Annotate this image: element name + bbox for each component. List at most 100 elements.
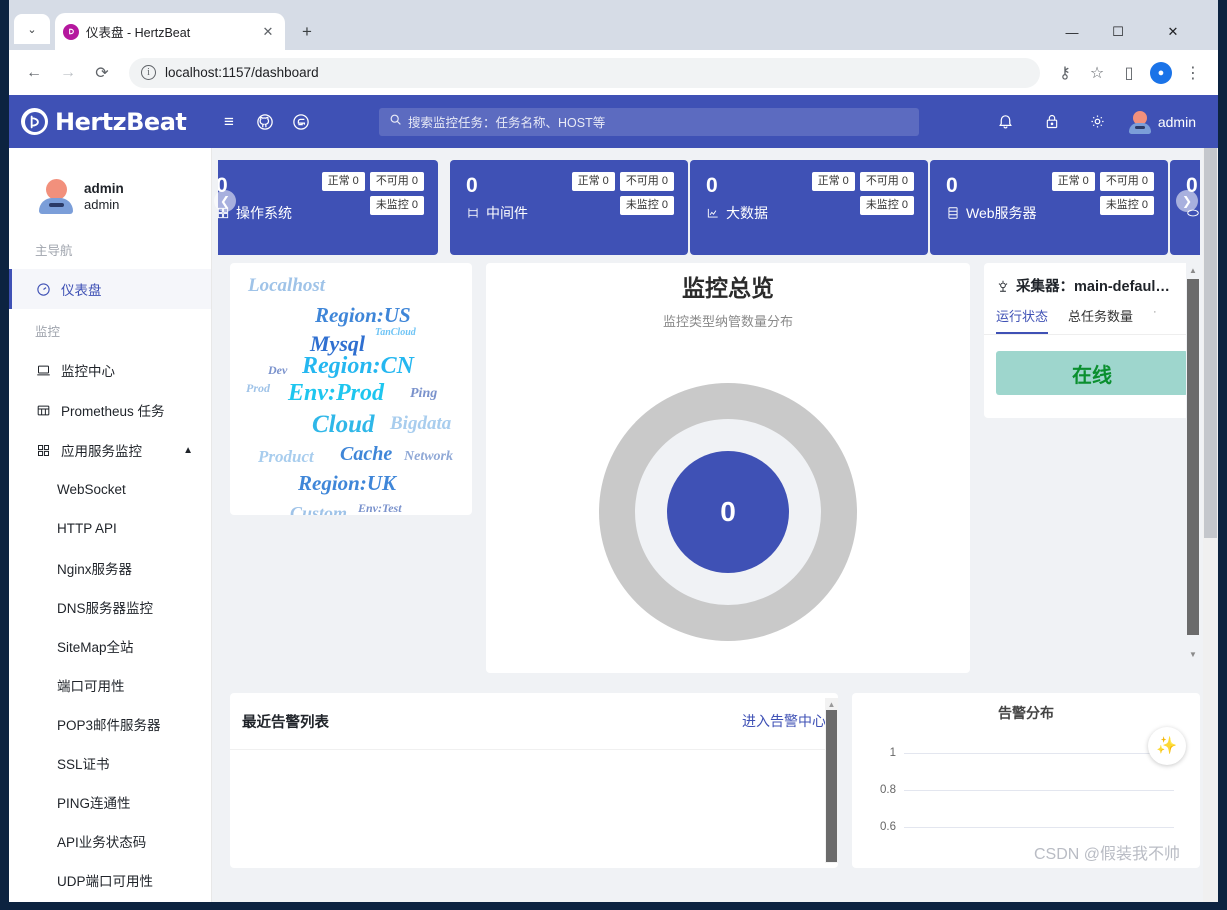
sidebar-subitem-pop3[interactable]: POP3邮件服务器	[9, 704, 211, 743]
user-menu[interactable]: admin	[1123, 110, 1196, 134]
app-window: ⌄ 仪表盘 - HertzBeat ✕ + — ☐ ✕ ← → ⟳ i loca…	[0, 0, 1227, 910]
collector-column: 采集器：main-defaul… 运行状态 总任务数量 · 在线 ▲ ▼	[984, 263, 1200, 673]
chart-plot-area: 1 0.8 0.6	[852, 735, 1200, 855]
tab-total-tasks[interactable]: 总任务数量	[1068, 306, 1133, 334]
scroll-down-icon[interactable]: ▼	[1187, 647, 1199, 661]
wordcloud-word[interactable]: TanCloud	[375, 327, 416, 338]
chevron-up-icon[interactable]: ▲	[183, 445, 193, 456]
tab-more[interactable]: ·	[1153, 306, 1157, 334]
sidebar-subitem-websocket[interactable]: WebSocket	[9, 470, 211, 509]
sidebar-item-monitor-center[interactable]: 监控中心	[9, 350, 211, 390]
wordcloud-word[interactable]: Prod	[246, 381, 270, 396]
scrollbar-thumb[interactable]	[826, 710, 837, 862]
collector-status-badge: 在线	[996, 351, 1188, 395]
collector-scrollbar[interactable]: ▲ ▼	[1186, 263, 1200, 663]
stat-card-os[interactable]: 0 操作系统 正常 0 不可用 0 未监控 0	[218, 160, 438, 255]
scroll-up-icon[interactable]: ▲	[826, 698, 837, 710]
sidebar-item-dashboard[interactable]: 仪表盘	[9, 269, 211, 309]
collector-title: 采集器：main-defaul…	[984, 263, 1200, 296]
back-icon[interactable]: ←	[19, 58, 49, 88]
stat-card-middleware[interactable]: 0 中间件 正常 0 不可用 0 未监控 0	[450, 160, 688, 255]
site-info-icon[interactable]: i	[141, 65, 156, 80]
sidebar-subitem-port[interactable]: 端口可用性	[9, 665, 211, 704]
stat-card-bigdata[interactable]: 0 大数据 正常 0 不可用 0 未监控 0	[690, 160, 928, 255]
sidebar-subitem-udp-port[interactable]: UDP端口可用性	[9, 860, 211, 899]
sidebar-user[interactable]: admin admin	[9, 148, 211, 228]
scrollbar-thumb[interactable]	[1204, 148, 1217, 538]
forward-icon[interactable]: →	[53, 58, 83, 88]
wordcloud-word[interactable]: Region:US	[315, 303, 411, 328]
brand-logo[interactable]: HertzBeat	[9, 95, 211, 148]
wordcloud-word[interactable]: Region:CN	[302, 353, 414, 380]
magic-wand-icon[interactable]: ✨	[1148, 727, 1186, 765]
sidebar-item-app-service-monitor[interactable]: 应用服务监控 ▲	[9, 430, 211, 470]
lock-icon[interactable]	[1031, 95, 1073, 148]
sidebar-subitem-dns[interactable]: DNS服务器监控	[9, 587, 211, 626]
scroll-up-icon[interactable]: ▲	[1187, 263, 1199, 277]
search-icon	[389, 113, 402, 131]
window-maximize-button[interactable]: ☐	[1095, 18, 1141, 46]
search-input[interactable]: 搜索监控任务：任务名称、HOST等	[379, 107, 919, 136]
browser-tab[interactable]: 仪表盘 - HertzBeat ✕	[55, 13, 285, 50]
collector-panel: 采集器：main-defaul… 运行状态 总任务数量 · 在线	[984, 263, 1200, 418]
window-close-button[interactable]: ✕	[1150, 18, 1196, 46]
wordcloud-word[interactable]: Localhost	[248, 275, 325, 297]
tab-close-icon[interactable]: ✕	[259, 23, 277, 41]
tab-title: 仪表盘 - HertzBeat	[86, 26, 191, 40]
browser-menu-icon[interactable]: ⋮	[1178, 58, 1208, 88]
alerts-scrollbar[interactable]: ▲	[825, 698, 838, 863]
watermark: CSDN @假装我不帅	[1033, 846, 1180, 863]
sidebar-subitem-sitemap[interactable]: SiteMap全站	[9, 626, 211, 665]
tab-list-button[interactable]: ⌄	[14, 14, 50, 44]
new-tab-button[interactable]: +	[295, 20, 319, 44]
carousel-prev-button[interactable]: ❮	[214, 190, 236, 212]
wordcloud-word[interactable]: Cache	[340, 443, 392, 466]
avatar: ●	[1150, 61, 1172, 84]
tag-wordcloud-panel[interactable]: Localhost Region:US Mysql TanCloud Region:CN…	[230, 263, 472, 515]
wordcloud-word[interactable]: Env:Prod	[288, 380, 384, 407]
wordcloud-word[interactable]: Dev	[268, 363, 287, 378]
tab-running-status[interactable]: 运行状态	[996, 306, 1049, 334]
wordcloud-word[interactable]: Bigdata	[390, 413, 451, 435]
stat-card-webserver[interactable]: 0 Web服务器 正常 0 不可用 0 未监控 0	[930, 160, 1168, 255]
overview-title: 监控总览	[682, 275, 774, 301]
sidebar-subitem-nginx[interactable]: Nginx服务器	[9, 548, 211, 587]
toolbar-right-icons: ⚷ ☆ ▯ ● ⋮	[1050, 58, 1208, 88]
browser-tabstrip: ⌄ 仪表盘 - HertzBeat ✕ + — ☐ ✕	[9, 8, 1218, 50]
wordcloud-word[interactable]: Env:Test	[358, 501, 402, 515]
carousel-next-button[interactable]: ❯	[1176, 190, 1198, 212]
scrollbar-thumb[interactable]	[1187, 279, 1199, 635]
wordcloud-word[interactable]: Region:UK	[298, 471, 396, 496]
window-minimize-button[interactable]: —	[1049, 18, 1095, 46]
avatar	[1128, 110, 1151, 134]
address-bar[interactable]: i localhost:1157/dashboard	[129, 57, 1040, 88]
page-scrollbar[interactable]	[1203, 148, 1218, 902]
sidebar-subitem-api-status[interactable]: API业务状态码	[9, 821, 211, 860]
sidebar-subitem-http-api[interactable]: HTTP API	[9, 509, 211, 548]
tag-normal: 正常 0	[1051, 172, 1095, 191]
recent-alerts-panel: 最近告警列表 进入告警中心 ▲	[230, 693, 838, 868]
wordcloud-word[interactable]: Ping	[410, 386, 437, 402]
bookmark-star-icon[interactable]: ☆	[1082, 58, 1112, 88]
wordcloud-word[interactable]: Product	[258, 447, 314, 467]
reload-icon[interactable]: ⟳	[87, 58, 117, 88]
overview-donut-chart[interactable]: 0	[599, 383, 857, 641]
bell-icon[interactable]	[985, 95, 1027, 148]
sidebar-item-prometheus[interactable]: Prometheus 任务	[9, 390, 211, 430]
wordcloud-word[interactable]: Cloud	[312, 411, 375, 439]
goto-alert-center-link[interactable]: 进入告警中心	[742, 711, 826, 731]
sidebar-subitem-ping[interactable]: PING连通性	[9, 782, 211, 821]
side-panel-icon[interactable]: ▯	[1114, 58, 1144, 88]
tag-unmanaged: 未监控 0	[859, 196, 914, 215]
password-key-icon[interactable]: ⚷	[1050, 58, 1080, 88]
tag-unmanaged: 未监控 0	[619, 196, 674, 215]
menu-collapse-icon[interactable]: ≡	[211, 95, 247, 148]
sidebar-subitem-ssl[interactable]: SSL证书	[9, 743, 211, 782]
wordcloud-word[interactable]: Network	[404, 449, 453, 465]
gear-icon[interactable]	[1077, 95, 1119, 148]
apps-icon	[35, 443, 51, 458]
profile-avatar-icon[interactable]: ●	[1146, 58, 1176, 88]
github-icon[interactable]	[247, 95, 283, 148]
wordcloud-word[interactable]: Custom	[290, 503, 347, 515]
gitee-icon[interactable]	[283, 95, 319, 148]
